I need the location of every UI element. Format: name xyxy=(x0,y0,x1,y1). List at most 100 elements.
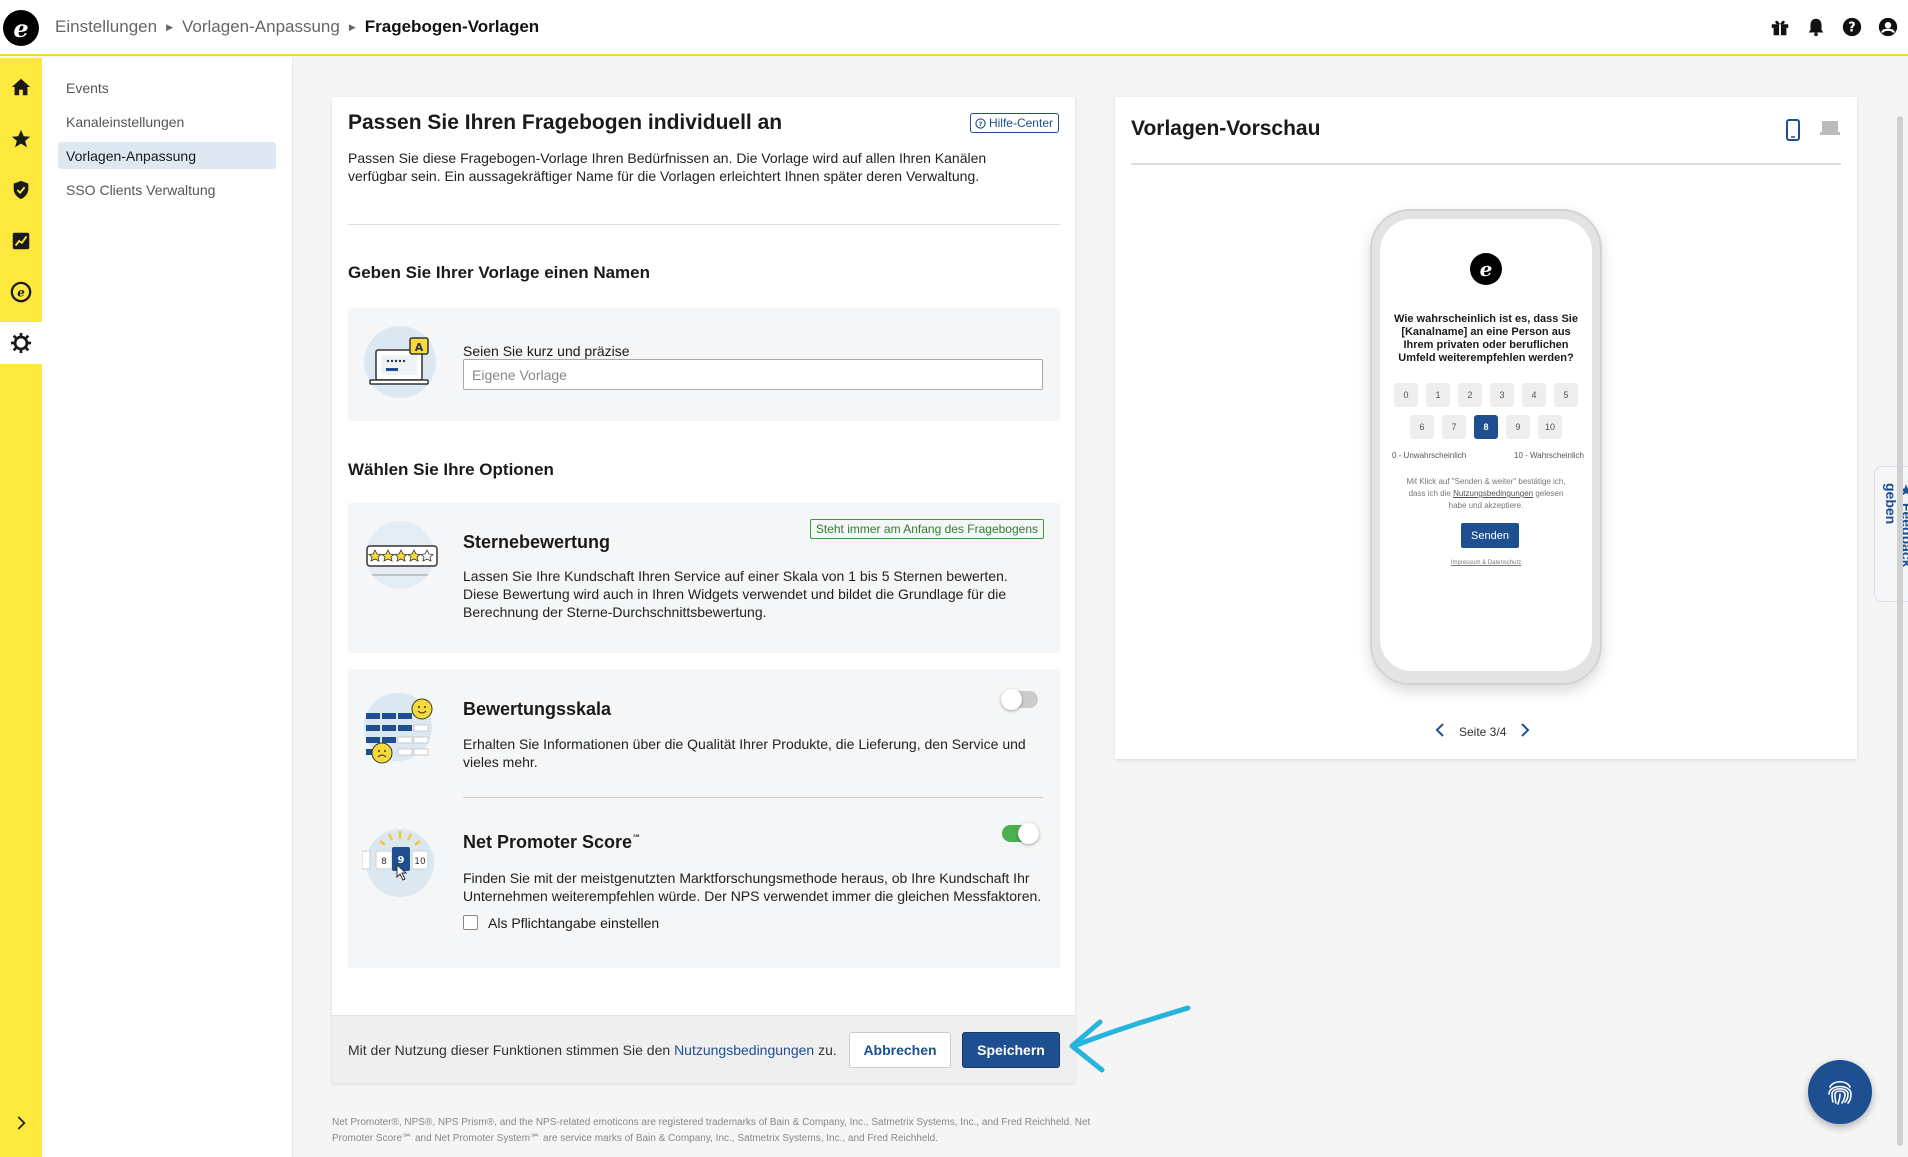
rating-scale-toggle[interactable] xyxy=(1001,689,1038,710)
score-option[interactable]: 4 xyxy=(1522,383,1546,407)
options-heading: Wählen Sie Ihre Optionen xyxy=(348,460,554,479)
score-option[interactable]: 2 xyxy=(1458,383,1482,407)
settings-sidebar: Events Kanaleinstellungen Vorlagen-Anpas… xyxy=(42,58,293,1157)
chart-icon[interactable] xyxy=(0,220,42,262)
sidebar-item-vorlagen-anpassung[interactable]: Vorlagen-Anpassung xyxy=(58,142,276,169)
trusted-icon[interactable]: e xyxy=(0,271,42,313)
shield-icon[interactable] xyxy=(0,169,42,211)
help-icon[interactable]: ? xyxy=(1840,15,1864,39)
phone-mockup: e Wie wahrscheinlich ist es, dass Sie [K… xyxy=(1370,209,1602,685)
name-field-label: Seien Sie kurz und präzise xyxy=(463,343,630,359)
cancel-button[interactable]: Abbrechen xyxy=(849,1032,951,1068)
customize-card: Passen Sie Ihren Fragebogen individuell … xyxy=(332,97,1075,1083)
nps-title-text: Net Promoter Score xyxy=(463,832,633,852)
toggle-knob xyxy=(1018,823,1039,844)
nps-illus-number: 8 xyxy=(381,857,387,867)
fingerprint-icon xyxy=(1828,1080,1852,1105)
device-switcher xyxy=(1785,119,1841,146)
logo[interactable]: e xyxy=(3,10,39,46)
nps-question: Wie wahrscheinlich ist es, dass Sie [Kan… xyxy=(1394,313,1578,364)
score-option[interactable]: 6 xyxy=(1410,415,1434,439)
rating-scale-description: Erhalten Sie Informationen über die Qual… xyxy=(463,736,1026,770)
additional-options-box: Bewertungsskala Erhalten Sie Information… xyxy=(348,669,1060,968)
score-option[interactable]: 3 xyxy=(1490,383,1514,407)
breadcrumb: Einstellungen ▶ Vorlagen-Anpassung ▶ Fra… xyxy=(55,17,539,37)
mandatory-checkbox[interactable] xyxy=(463,915,478,930)
chevron-left-icon[interactable] xyxy=(1435,723,1445,740)
breadcrumb-separator-icon: ▶ xyxy=(348,21,356,32)
score-option[interactable]: 0 xyxy=(1394,383,1418,407)
phone-icon[interactable] xyxy=(1785,119,1801,146)
gift-icon[interactable] xyxy=(1768,15,1792,39)
svg-text:A: A xyxy=(415,341,424,354)
imprint-link[interactable]: Impressum & Datenschutz xyxy=(1380,560,1592,566)
score-option[interactable]: 7 xyxy=(1442,415,1466,439)
svg-text:?: ? xyxy=(979,119,983,127)
legal-notice: Net Promoter®, NPS®, NPS Prism®, and the… xyxy=(332,1117,1091,1144)
help-circle-icon: ? xyxy=(975,117,986,129)
name-section-box: A Seien Sie kurz und präzise xyxy=(348,308,1060,421)
name-section-heading: Geben Sie Ihrer Vorlage einen Namen xyxy=(348,263,651,282)
score-option-selected[interactable]: 8 xyxy=(1474,415,1498,439)
gear-icon[interactable] xyxy=(0,322,42,364)
help-center-button[interactable]: ? Hilfe-Center xyxy=(969,113,1059,133)
breadcrumb-item-einstellungen[interactable]: Einstellungen xyxy=(55,17,157,37)
nps-toggle[interactable] xyxy=(1002,823,1039,844)
toggle-knob xyxy=(1001,689,1022,710)
service-mark: ℠ xyxy=(632,833,642,843)
score-option[interactable]: 1 xyxy=(1426,383,1450,407)
rating-scale-title: Bewertungsskala xyxy=(463,699,612,719)
send-button[interactable]: Senden xyxy=(1461,523,1519,548)
star-rating-option: Steht immer am Anfang des Fragebogens St… xyxy=(348,503,1060,653)
fingerprint-button[interactable] xyxy=(1808,1060,1872,1124)
laptop-icon[interactable] xyxy=(1819,119,1841,146)
expand-icon[interactable] xyxy=(0,1102,42,1144)
rating-scale-illustration-icon xyxy=(362,689,442,769)
annotation-arrow-icon xyxy=(1069,1005,1191,1073)
score-option[interactable]: 10 xyxy=(1538,415,1562,439)
star-rating-description: Lassen Sie Ihre Kundschaft Ihren Service… xyxy=(463,568,1008,620)
preview-pager: Seite 3/4 xyxy=(1435,723,1530,740)
user-icon[interactable] xyxy=(1876,15,1900,39)
chevron-right-icon[interactable] xyxy=(1520,723,1530,740)
page-indicator: Seite 3/4 xyxy=(1459,724,1507,739)
feedback-label: ★ Feedback geben xyxy=(1883,483,1908,601)
logo: e xyxy=(1470,253,1502,285)
terms-link[interactable]: Nutzungsbedingungen xyxy=(674,1042,814,1058)
star-rating-title: Sternebewertung xyxy=(463,532,611,552)
svg-text:e: e xyxy=(17,286,25,300)
nps-illustration-icon: 8 9 10 xyxy=(361,825,442,905)
star-rating-illustration-icon xyxy=(362,519,442,599)
scrollbar[interactable] xyxy=(1897,116,1903,1146)
home-icon[interactable] xyxy=(0,66,42,108)
star-icon[interactable] xyxy=(0,118,42,160)
always-first-badge: Steht immer am Anfang des Fragebogens xyxy=(809,519,1044,539)
terms-notice: Mit der Nutzung dieser Funktionen stimme… xyxy=(348,1042,837,1058)
save-button[interactable]: Speichern xyxy=(962,1032,1060,1068)
consent-link[interactable]: Nutzungsbedingungen xyxy=(1453,489,1533,498)
sidebar-item-kanaleinstellungen[interactable]: Kanaleinstellungen xyxy=(58,108,276,135)
divider xyxy=(463,797,1043,798)
help-center-label: Hilfe-Center xyxy=(988,116,1053,130)
sidebar-item-sso-clients[interactable]: SSO Clients Verwaltung xyxy=(58,176,276,203)
svg-text:?: ? xyxy=(1848,21,1855,36)
sidebar-item-events[interactable]: Events xyxy=(58,74,276,101)
nps-description: Finden Sie mit der meistgenutzten Marktf… xyxy=(463,870,1042,904)
score-option[interactable]: 5 xyxy=(1554,383,1578,407)
breadcrumb-separator-icon: ▶ xyxy=(166,21,173,32)
scale-high-label: 10 - Wahrscheinlich xyxy=(1514,451,1584,460)
mandatory-checkbox-label[interactable]: Als Pflichtangabe einstellen xyxy=(488,915,659,931)
score-option[interactable]: 9 xyxy=(1506,415,1530,439)
main-nav: e xyxy=(0,58,42,1157)
nps-title: Net Promoter Score℠ xyxy=(463,832,641,853)
template-name-input[interactable] xyxy=(463,359,1043,390)
phone-screen: e Wie wahrscheinlich ist es, dass Sie [K… xyxy=(1380,219,1592,671)
breadcrumb-item-vorlagen-anpassung[interactable]: Vorlagen-Anpassung xyxy=(182,17,340,37)
laptop-illustration-icon: A xyxy=(362,324,442,404)
terms-text-before: Mit der Nutzung dieser Funktionen stimme… xyxy=(348,1042,671,1058)
preview-title: Vorlagen-Vorschau xyxy=(1131,117,1321,140)
nps-illus-number: 10 xyxy=(414,857,426,867)
top-icons: ? xyxy=(1768,15,1900,39)
form-footer: Mit der Nutzung dieser Funktionen stimme… xyxy=(332,1015,1075,1083)
bell-icon[interactable] xyxy=(1804,15,1828,39)
